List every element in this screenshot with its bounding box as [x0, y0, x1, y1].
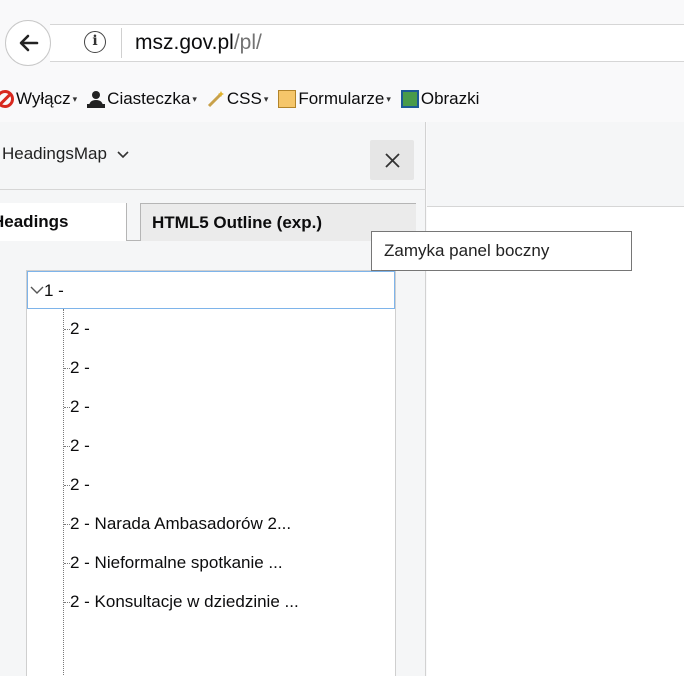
content-header-strip — [427, 122, 684, 207]
dropdown-arrow-icon: ▾ — [192, 93, 197, 104]
close-sidebar-tooltip: Zamyka panel boczny — [371, 231, 632, 271]
bookmark-label: Ciasteczka — [107, 89, 191, 108]
url-separator — [121, 28, 122, 58]
tree-item[interactable]: 2 - — [63, 388, 90, 426]
css-wand-icon — [207, 91, 224, 108]
url-host: msz.gov.pl — [135, 31, 234, 54]
tree-item[interactable]: 2 - — [63, 310, 90, 348]
image-icon — [400, 90, 419, 108]
close-sidebar-button[interactable] — [370, 140, 414, 180]
tree-item[interactable]: 2 - Narada Ambasadorów 2... — [63, 505, 291, 543]
tab-headings[interactable]: Headings — [0, 203, 127, 241]
url-text[interactable]: msz.gov.pl/pl/ — [135, 30, 262, 56]
chevron-down-icon — [117, 151, 129, 159]
sidebar-panel: HeadingsMap Headings HTML5 Outline (exp.… — [0, 122, 426, 676]
site-info-icon[interactable]: i — [84, 31, 106, 53]
arrow-left-icon — [19, 34, 39, 52]
bookmark-label: Obrazki — [420, 89, 480, 108]
bookmark-disable[interactable]: Wyłącz ▾ — [0, 89, 77, 109]
bookmark-label: Wyłącz — [16, 89, 71, 108]
tree-root-item[interactable]: 1 - — [27, 271, 395, 309]
url-path: /pl/ — [233, 31, 262, 54]
tree-item-label: 2 - — [70, 319, 90, 338]
tree-item[interactable]: 2 - — [63, 466, 90, 504]
dropdown-arrow-icon: ▾ — [263, 93, 269, 104]
chevron-down-icon[interactable] — [30, 283, 44, 297]
bookmark-forms[interactable]: Formularze ▾ — [278, 89, 391, 109]
sidebar-title: HeadingsMap — [2, 144, 107, 163]
clipboard-icon — [278, 90, 297, 108]
tree-item-label: 2 - — [70, 436, 90, 455]
sidebar-switcher[interactable]: HeadingsMap — [2, 144, 129, 164]
bookmark-label: CSS — [226, 89, 262, 108]
tree-item-label: 2 - Konsultacje w dziedzinie ... — [70, 592, 299, 611]
bookmark-label: Formularze — [298, 89, 385, 108]
tree-item-label: 2 - — [70, 397, 90, 416]
cookie-icon — [87, 91, 106, 108]
tree-item-label: 2 - Nieformalne spotkanie ... — [70, 553, 283, 572]
tree-item-label: 2 - Narada Ambasadorów 2... — [70, 514, 292, 533]
bookmarks-toolbar: Wyłącz ▾ Ciasteczka ▾ CSS ▾ Formularze ▾… — [0, 82, 684, 116]
dropdown-arrow-icon: ▾ — [72, 93, 78, 104]
back-button[interactable] — [5, 20, 51, 66]
headings-tree: 1 - 2 - 2 - 2 - 2 - 2 - 2 - Narada Ambas… — [26, 270, 396, 676]
dropdown-arrow-icon: ▾ — [386, 93, 391, 104]
tree-item[interactable]: 2 - — [63, 349, 90, 387]
close-icon — [384, 152, 400, 168]
disable-icon — [0, 90, 14, 108]
bookmark-cookies[interactable]: Ciasteczka ▾ — [87, 89, 197, 109]
tree-root-label: 1 - — [44, 281, 64, 300]
tree-item-label: 2 - — [70, 358, 90, 377]
navigation-toolbar: i msz.gov.pl/pl/ — [0, 0, 684, 70]
tree-item-label: 2 - — [70, 475, 90, 494]
tree-item[interactable]: 2 - Konsultacje w dziedzinie ... — [63, 583, 299, 621]
sidebar-tabs: Headings HTML5 Outline (exp.) — [0, 203, 426, 241]
bookmark-css[interactable]: CSS ▾ — [207, 89, 269, 109]
bookmark-images[interactable]: Obrazki — [400, 89, 480, 109]
tree-item[interactable]: 2 - — [63, 427, 90, 465]
sidebar-header: HeadingsMap — [0, 122, 426, 190]
tree-item[interactable]: 2 - Nieformalne spotkanie ... — [63, 544, 283, 582]
